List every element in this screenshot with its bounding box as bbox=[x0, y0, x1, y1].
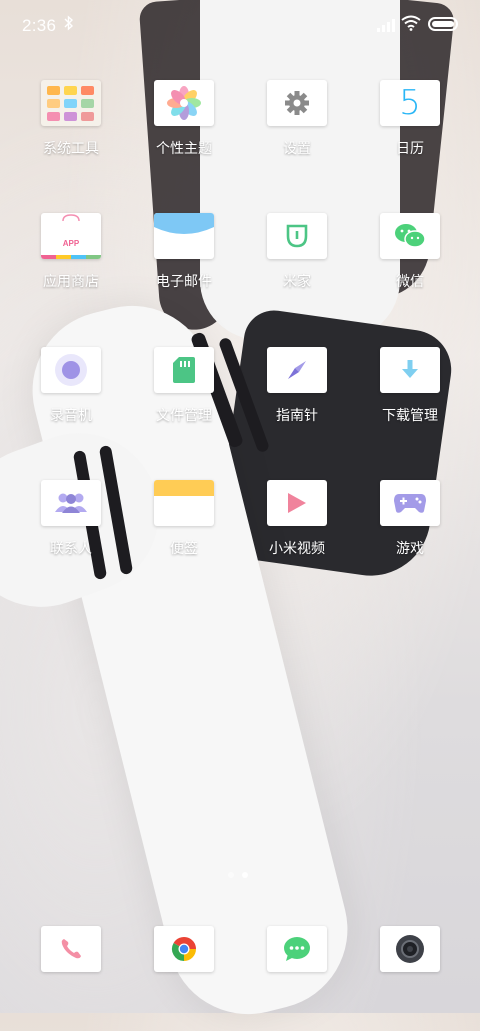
download-icon bbox=[380, 347, 440, 393]
app-label: 应用商店 bbox=[43, 273, 99, 289]
app-mail[interactable]: 电子邮件 bbox=[134, 213, 234, 291]
page-dot[interactable] bbox=[228, 872, 234, 878]
app-label: 录音机 bbox=[50, 407, 92, 423]
camera-icon bbox=[380, 926, 440, 972]
app-store-badge: APP bbox=[62, 239, 80, 248]
calendar-date: 5 bbox=[399, 83, 421, 123]
app-calendar[interactable]: 5 日历 bbox=[360, 80, 460, 158]
folder-tools-icon bbox=[41, 80, 101, 126]
app-label: 小米视频 bbox=[269, 540, 325, 556]
app-label: 日历 bbox=[396, 140, 424, 156]
app-label: 游戏 bbox=[396, 540, 424, 556]
app-label: 米家 bbox=[283, 273, 311, 289]
signal-icon bbox=[377, 18, 397, 32]
theme-flower-icon bbox=[154, 80, 214, 126]
dock-messages[interactable] bbox=[247, 926, 347, 972]
status-bar: 2:36 bbox=[0, 0, 480, 52]
app-app-store[interactable]: APP 应用商店 bbox=[21, 213, 121, 291]
wechat-icon bbox=[380, 213, 440, 259]
dock-phone[interactable] bbox=[21, 926, 121, 972]
app-compass[interactable]: 指南针 bbox=[247, 347, 347, 425]
app-mi-video[interactable]: 小米视频 bbox=[247, 480, 347, 558]
app-label: 下载管理 bbox=[382, 407, 438, 423]
app-label: 联系人 bbox=[50, 540, 92, 556]
page-dot-current[interactable] bbox=[242, 872, 248, 878]
dock-chrome[interactable] bbox=[134, 926, 234, 972]
app-settings[interactable]: 设置 bbox=[247, 80, 347, 158]
page-indicator[interactable] bbox=[228, 872, 252, 880]
status-time: 2:36 bbox=[22, 16, 57, 35]
contacts-icon bbox=[41, 480, 101, 526]
app-file-manager[interactable]: 文件管理 bbox=[134, 347, 234, 425]
app-notes[interactable]: 便签 bbox=[134, 480, 234, 558]
app-mijia[interactable]: 米家 bbox=[247, 213, 347, 291]
app-label: 系统工具 bbox=[43, 140, 99, 156]
app-downloads[interactable]: 下载管理 bbox=[360, 347, 460, 425]
app-system-tools[interactable]: 系统工具 bbox=[21, 80, 121, 158]
notes-icon bbox=[154, 480, 214, 526]
wifi-icon bbox=[401, 15, 421, 33]
mijia-icon bbox=[267, 213, 327, 259]
app-label: 文件管理 bbox=[156, 407, 212, 423]
app-label: 个性主题 bbox=[156, 140, 212, 156]
recorder-icon bbox=[41, 347, 101, 393]
dock-camera[interactable] bbox=[360, 926, 460, 972]
app-label: 便签 bbox=[170, 540, 198, 556]
calendar-icon: 5 bbox=[380, 80, 440, 126]
chrome-icon bbox=[154, 926, 214, 972]
battery-icon bbox=[428, 17, 458, 31]
app-games[interactable]: 游戏 bbox=[360, 480, 460, 558]
app-label: 指南针 bbox=[276, 407, 318, 423]
gamepad-icon bbox=[380, 480, 440, 526]
messages-icon bbox=[267, 926, 327, 972]
phone-icon bbox=[41, 926, 101, 972]
app-contacts[interactable]: 联系人 bbox=[21, 480, 121, 558]
app-label: 微信 bbox=[396, 273, 424, 289]
app-label: 电子邮件 bbox=[156, 273, 212, 289]
app-themes[interactable]: 个性主题 bbox=[134, 80, 234, 158]
gear-icon bbox=[267, 80, 327, 126]
app-recorder[interactable]: 录音机 bbox=[21, 347, 121, 425]
file-manager-icon bbox=[154, 347, 214, 393]
compass-icon bbox=[267, 347, 327, 393]
app-store-icon: APP bbox=[41, 213, 101, 259]
app-label: 设置 bbox=[283, 140, 311, 156]
app-wechat[interactable]: 微信 bbox=[360, 213, 460, 291]
mail-icon bbox=[154, 213, 214, 259]
bluetooth-icon bbox=[64, 15, 74, 35]
video-play-icon bbox=[267, 480, 327, 526]
